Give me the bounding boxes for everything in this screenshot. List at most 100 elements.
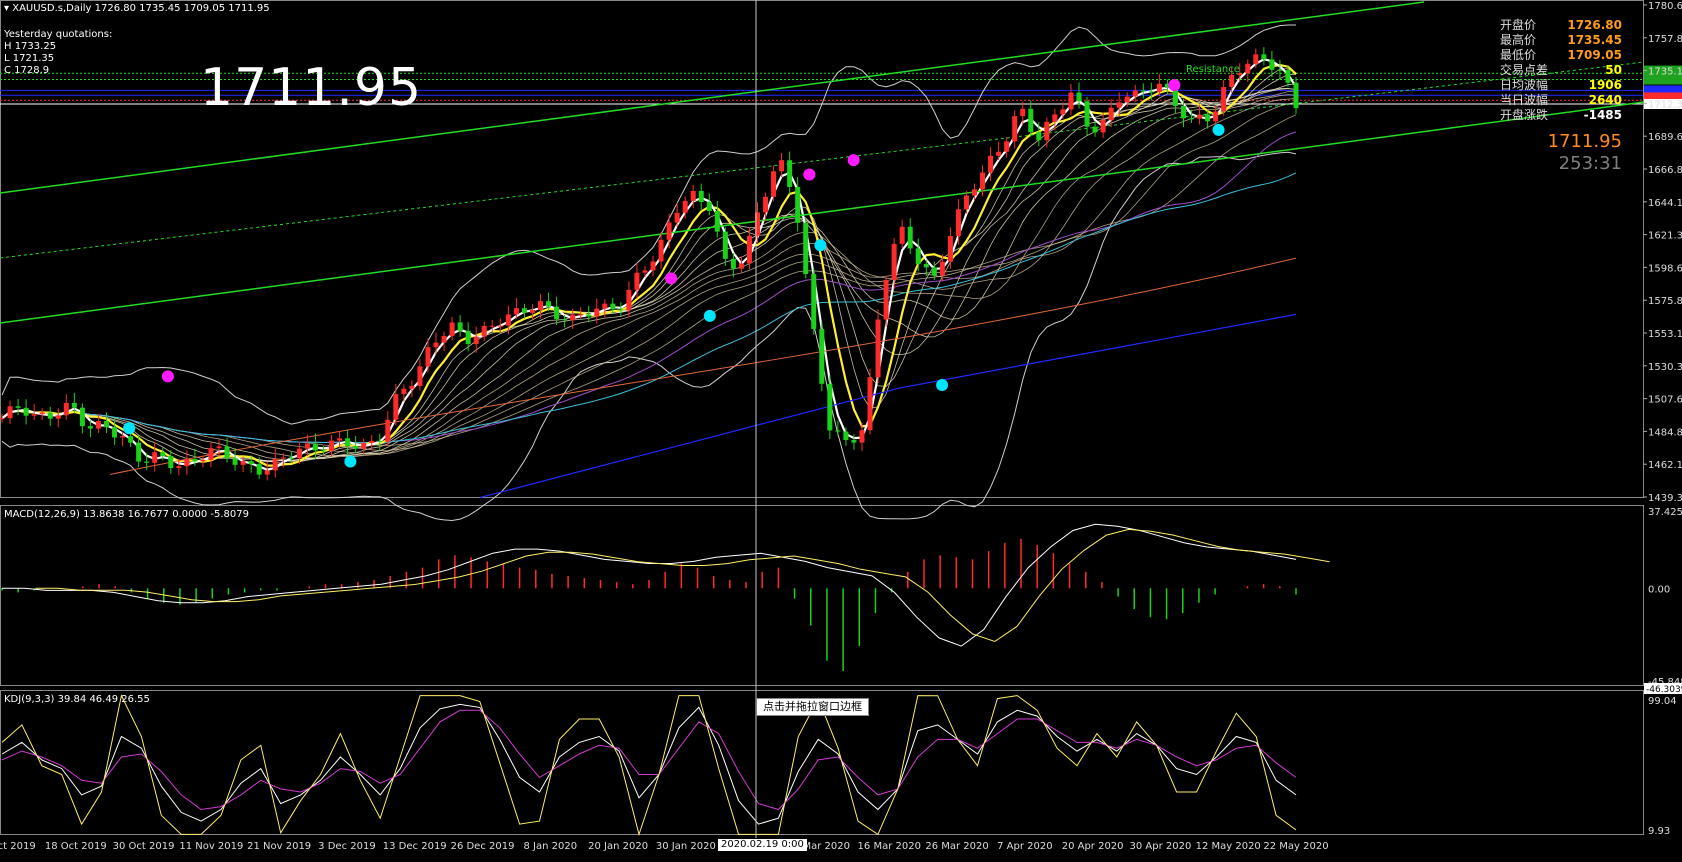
candle-body — [513, 308, 519, 315]
macd-tick-label: 37.425 — [1648, 507, 1682, 518]
candle-body — [988, 155, 994, 173]
candle-body — [1084, 101, 1090, 127]
info-label: 最低价 — [1500, 48, 1537, 62]
kdj-tick-label: 9.93 — [1648, 826, 1670, 837]
kdj-title: KDJ(9,3,3) 39.84 46.49 26.55 — [4, 694, 150, 705]
magenta-signal-dot — [803, 168, 816, 181]
candle-body — [1108, 107, 1114, 121]
trend-channel-lines — [0, 1, 1645, 324]
time-axis-label: 26 Mar 2020 — [925, 841, 988, 852]
candle-body — [586, 314, 592, 317]
candle-body — [618, 309, 624, 311]
chart-window[interactable]: MACD(12,26,9) 13.8638 16.7677 0.0000 -5.… — [0, 0, 1682, 858]
candle-body — [1140, 90, 1146, 92]
candle-body — [144, 461, 150, 463]
candle-body — [972, 189, 978, 196]
candle-body — [980, 172, 986, 190]
candle-body — [578, 314, 584, 316]
price-chart[interactable]: MACD(12,26,9) 13.8638 16.7677 0.0000 -5.… — [0, 0, 1682, 858]
candle-body — [883, 279, 889, 320]
candle-body — [103, 421, 109, 428]
candle-body — [923, 263, 929, 268]
price-tick-label: 1712.35 — [1648, 99, 1682, 110]
time-axis-label: 8 Oct 2019 — [0, 841, 36, 852]
candle-body — [1044, 121, 1050, 141]
ribbon-ma-line — [1, 90, 1297, 459]
candle-body — [1092, 126, 1098, 133]
candle-body — [1012, 116, 1018, 142]
candle-body — [1028, 108, 1034, 133]
cyan-signal-dot — [936, 379, 949, 392]
price-tick-label: 1621.35 — [1648, 231, 1682, 242]
candle-body — [1245, 63, 1251, 74]
magenta-signal-dot — [161, 370, 174, 383]
candle-body — [915, 248, 921, 264]
candle-body — [39, 412, 45, 415]
price-tick-label: 1598.60 — [1648, 263, 1682, 274]
candle-body — [1205, 114, 1211, 122]
candle-body — [1285, 70, 1291, 83]
candle-body — [947, 236, 953, 262]
cyan-ma-line — [1, 172, 1297, 444]
candle-body — [554, 306, 560, 320]
dropdown-triangle-icon[interactable]: ▾ — [4, 3, 9, 14]
bar-countdown: 253:31 — [1558, 153, 1622, 174]
candle-body — [425, 347, 431, 367]
time-axis-label: 11 Nov 2019 — [179, 841, 243, 852]
candle-body — [417, 366, 423, 386]
price-tick-label: 1462.10 — [1648, 460, 1682, 471]
candle-body — [771, 171, 777, 197]
candle-body — [288, 457, 294, 459]
candle-body — [1060, 109, 1066, 115]
candle-body — [136, 442, 142, 462]
macd-tick-label: 0.00 — [1648, 584, 1670, 595]
time-axis-label: 7 Apr 2020 — [997, 841, 1052, 852]
price-tick-label: 1530.35 — [1648, 362, 1682, 373]
candle-body — [602, 303, 608, 309]
candle-body — [939, 261, 945, 276]
candle-body — [698, 190, 704, 203]
candle-body — [160, 452, 166, 457]
candle-body — [779, 160, 785, 172]
drag-border-tooltip: 点击并拖拉窗口边框 — [756, 698, 869, 716]
bollinger-upper — [1, 24, 1296, 425]
price-tick-label: 1735.10 — [1648, 67, 1682, 78]
candle-body — [642, 270, 648, 273]
info-label: 最高价 — [1500, 33, 1537, 47]
candle-body — [875, 319, 881, 378]
time-axis-label: 30 Apr 2020 — [1129, 841, 1191, 852]
candle-body — [369, 440, 375, 443]
info-label: 交易点差 — [1500, 63, 1549, 77]
candle-body — [216, 446, 222, 449]
candle-body — [200, 459, 206, 462]
macd-pane[interactable]: MACD(12,26,9) 13.8638 16.7677 0.0000 -5.… — [1, 507, 1682, 695]
candle-body — [1229, 75, 1235, 88]
time-axis-label: 13 Dec 2019 — [383, 841, 447, 852]
price-tick-label: 1780.60 — [1648, 1, 1682, 12]
candle-body — [152, 452, 158, 463]
info-label: 日均波幅 — [1500, 78, 1549, 92]
candle-body — [859, 430, 865, 443]
info-value: 1906 — [1588, 78, 1622, 92]
candle-body — [521, 308, 527, 313]
candle-body — [763, 196, 769, 213]
info-value: 1709.05 — [1567, 48, 1622, 62]
candle-body — [650, 261, 656, 271]
candle-body — [192, 459, 198, 462]
candle-body — [337, 438, 343, 441]
candle-body — [1052, 114, 1058, 122]
price-tick-label: 1439.35 — [1648, 493, 1682, 504]
info-label: 当日波幅 — [1500, 93, 1549, 107]
big-price-display: 1711.95 — [200, 58, 423, 118]
candle-body — [1156, 83, 1162, 92]
yesterday-high: H 1733.25 — [4, 41, 57, 52]
candle-body — [15, 406, 21, 408]
candle-body — [184, 459, 190, 467]
candle-body — [71, 402, 77, 408]
time-axis-label: 3 Dec 2019 — [318, 841, 376, 852]
candle-body — [1213, 111, 1219, 122]
candle-body — [208, 448, 214, 460]
candle-body — [385, 419, 391, 442]
candle-body — [47, 412, 53, 419]
price-tick-label: 1757.85 — [1648, 34, 1682, 45]
